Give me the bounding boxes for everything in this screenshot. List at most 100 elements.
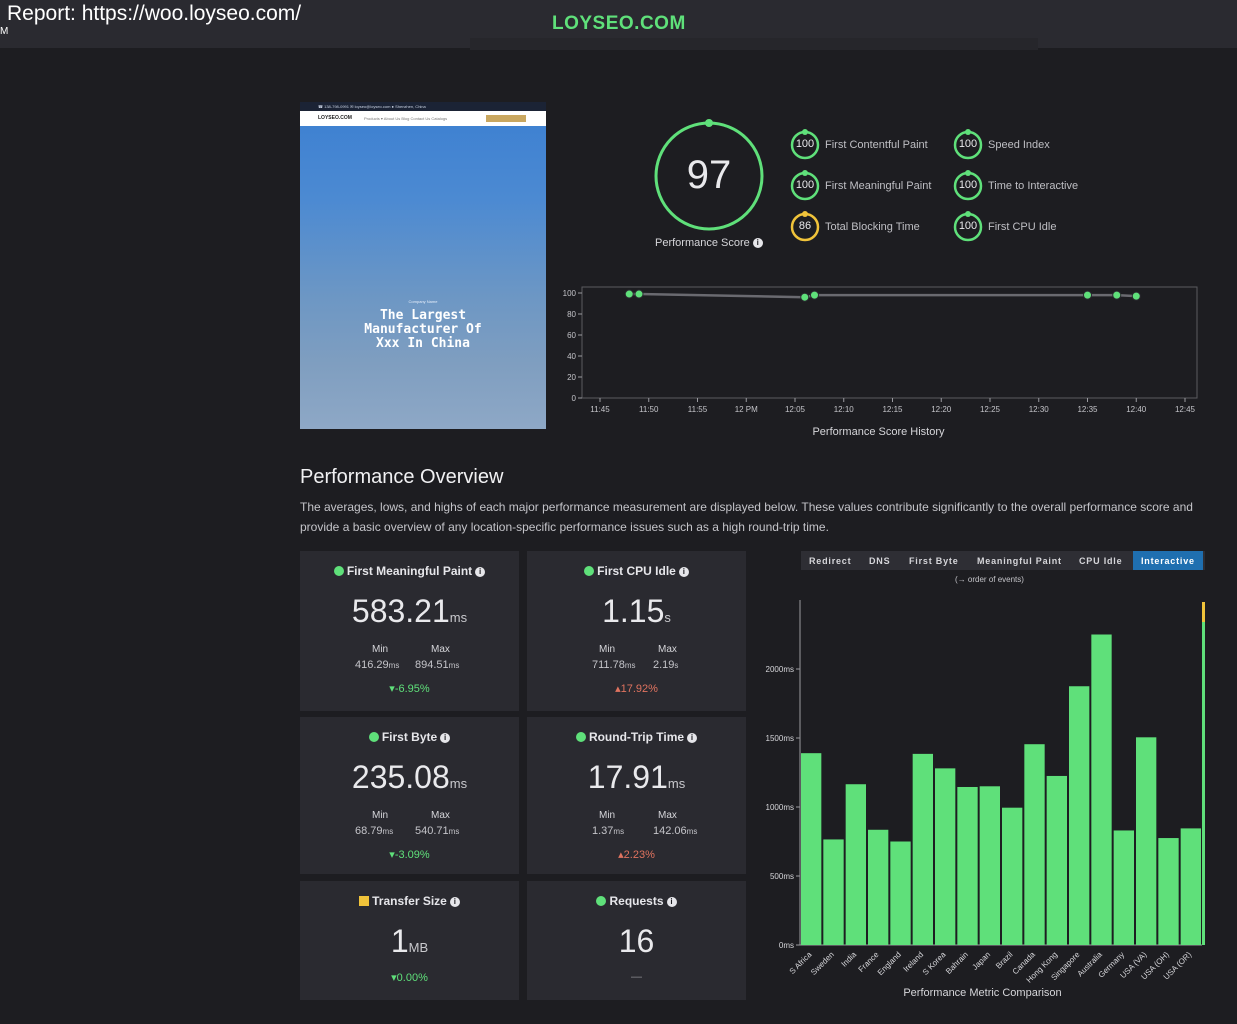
x-tick-label: Brazil — [994, 950, 1015, 971]
header-shade — [470, 38, 1038, 50]
history-plot-frame — [581, 286, 1198, 399]
min-label: Min — [599, 644, 616, 655]
min-number: 1.37 — [592, 825, 614, 837]
card-value-number: 235.08 — [351, 759, 450, 795]
metric-ring-knob — [965, 170, 971, 176]
change-indicator: ▾-6.95% — [300, 682, 519, 695]
bar — [823, 839, 844, 945]
x-tick-label: S Korea — [921, 950, 948, 977]
metric-ring-knob — [965, 129, 971, 135]
metric-score-label: First CPU Idle — [988, 221, 1057, 233]
score-knob — [705, 119, 713, 127]
info-icon[interactable]: i — [678, 566, 689, 577]
metric-card: Transfer Size i 1MB ▾0.00% — [300, 881, 519, 1000]
info-icon[interactable]: i — [449, 896, 460, 907]
card-value-unit: s — [664, 610, 671, 625]
card-value: 17.91ms — [527, 759, 746, 796]
change-indicator: ▾-3.09% — [300, 848, 519, 861]
min-unit: ms — [388, 661, 400, 670]
min-value: 68.79ms — [355, 825, 393, 837]
min-label: Min — [372, 644, 389, 655]
info-icon[interactable]: i — [666, 896, 677, 907]
y-tick-label: 2000ms — [766, 665, 794, 674]
tab-dns[interactable]: DNS — [869, 556, 890, 566]
metric-tabs: Redirect DNS First Byte Meaningful Paint CPU… — [801, 551, 1205, 570]
min-unit: ms — [624, 661, 636, 670]
x-tick-label: Sweden — [809, 950, 836, 977]
thumbnail-brand: LOYSEO.COM — [318, 115, 352, 121]
change-value: 0.00% — [396, 972, 428, 984]
card-value: 583.21ms — [300, 593, 519, 630]
hero-line: Xxx In China — [376, 336, 470, 351]
tab-cpu-idle[interactable]: CPU Idle — [1079, 556, 1122, 566]
card-value-unit: ms — [667, 776, 686, 791]
x-tick-label: 11:45 — [590, 405, 610, 414]
x-tick-label: 12:20 — [931, 405, 952, 414]
title-suffix: M — [0, 26, 9, 37]
page-screenshot-thumbnail[interactable]: ☎ 138-798-0991 ✉ loyseo@loyseo.com ● She… — [300, 102, 546, 429]
history-point — [1112, 290, 1122, 300]
metric-score-value: 100 — [795, 138, 815, 150]
min-label: Min — [599, 810, 616, 821]
card-title: Requests i — [527, 894, 746, 908]
change-value: -3.09% — [394, 849, 430, 861]
min-value: 711.78ms — [592, 659, 636, 671]
status-dot-icon — [333, 566, 344, 576]
metric-score-value: 86 — [798, 220, 812, 232]
bar — [1091, 634, 1112, 945]
card-value-unit: ms — [449, 610, 468, 625]
x-tick-label: 12:15 — [882, 405, 903, 414]
metric-card: Round-Trip Time i 17.91ms Min Max 1.37ms 142.0… — [527, 717, 746, 874]
x-tick-label: England — [876, 950, 903, 977]
y-tick-label: 1000ms — [766, 803, 794, 812]
status-square-icon — [359, 896, 370, 906]
history-point — [800, 292, 810, 302]
scroll-marker — [1202, 622, 1205, 945]
info-icon[interactable]: i — [752, 238, 763, 249]
x-tick-label: 12:10 — [834, 405, 855, 414]
status-dot-icon — [596, 896, 607, 906]
tab-interactive[interactable]: Interactive — [1133, 551, 1203, 570]
tab-first-byte[interactable]: First Byte — [909, 556, 959, 566]
info-icon[interactable]: i — [440, 732, 451, 743]
card-value-number: 1 — [390, 923, 409, 959]
card-title: First Meaningful Paint i — [300, 564, 519, 578]
max-number: 540.71 — [415, 825, 449, 837]
bar — [979, 786, 1000, 945]
change-indicator: ▴2.23% — [527, 848, 746, 861]
min-number: 416.29 — [355, 659, 389, 671]
min-unit: ms — [382, 827, 394, 836]
card-value: 16 — [527, 923, 746, 960]
overview-heading: Performance Overview — [300, 466, 504, 488]
score-label-text: Performance Score — [655, 237, 750, 249]
max-number: 2.19 — [653, 659, 675, 671]
history-point — [1131, 291, 1141, 301]
change-indicator: ▾0.00% — [300, 971, 519, 984]
tab-meaningful-paint[interactable]: Meaningful Paint — [977, 556, 1062, 566]
card-value: 1MB — [300, 923, 519, 960]
x-tick-label: Japan — [970, 950, 992, 972]
min-number: 68.79 — [355, 825, 383, 837]
y-tick-label: 40 — [567, 352, 576, 361]
info-icon[interactable]: i — [687, 732, 698, 743]
thumbnail-kicker: Company Name — [408, 299, 438, 304]
score-history-chart: 0 20 40 60 80 100 11:45 11:50 11:55 12 PM 12:05 12:… — [563, 286, 1198, 414]
history-point — [634, 289, 644, 299]
order-note: (→ order of events) — [955, 575, 1024, 584]
performance-score-value: 97 — [686, 153, 732, 197]
x-tick-label: 12 PM — [735, 405, 758, 414]
y-tick-label: 1500ms — [766, 734, 794, 743]
card-title: First CPU Idle i — [527, 564, 746, 578]
info-icon[interactable]: i — [475, 566, 486, 577]
scroll-marker-top — [1202, 602, 1205, 622]
metric-score-label: First Meaningful Paint — [825, 180, 932, 192]
metric-card: Requests i 16 — — [527, 881, 746, 1000]
metric-score-value: 100 — [958, 179, 978, 191]
bar — [845, 784, 866, 945]
card-title-text: First Byte — [381, 730, 438, 744]
report-header: Report: https://woo.loyseo.com/ M LOYSEO… — [0, 0, 1237, 50]
card-value-number: 16 — [618, 923, 655, 959]
bar — [1180, 828, 1201, 945]
tab-redirect[interactable]: Redirect — [809, 556, 851, 566]
watermark-logo: LOYSEO.COM — [552, 13, 686, 34]
